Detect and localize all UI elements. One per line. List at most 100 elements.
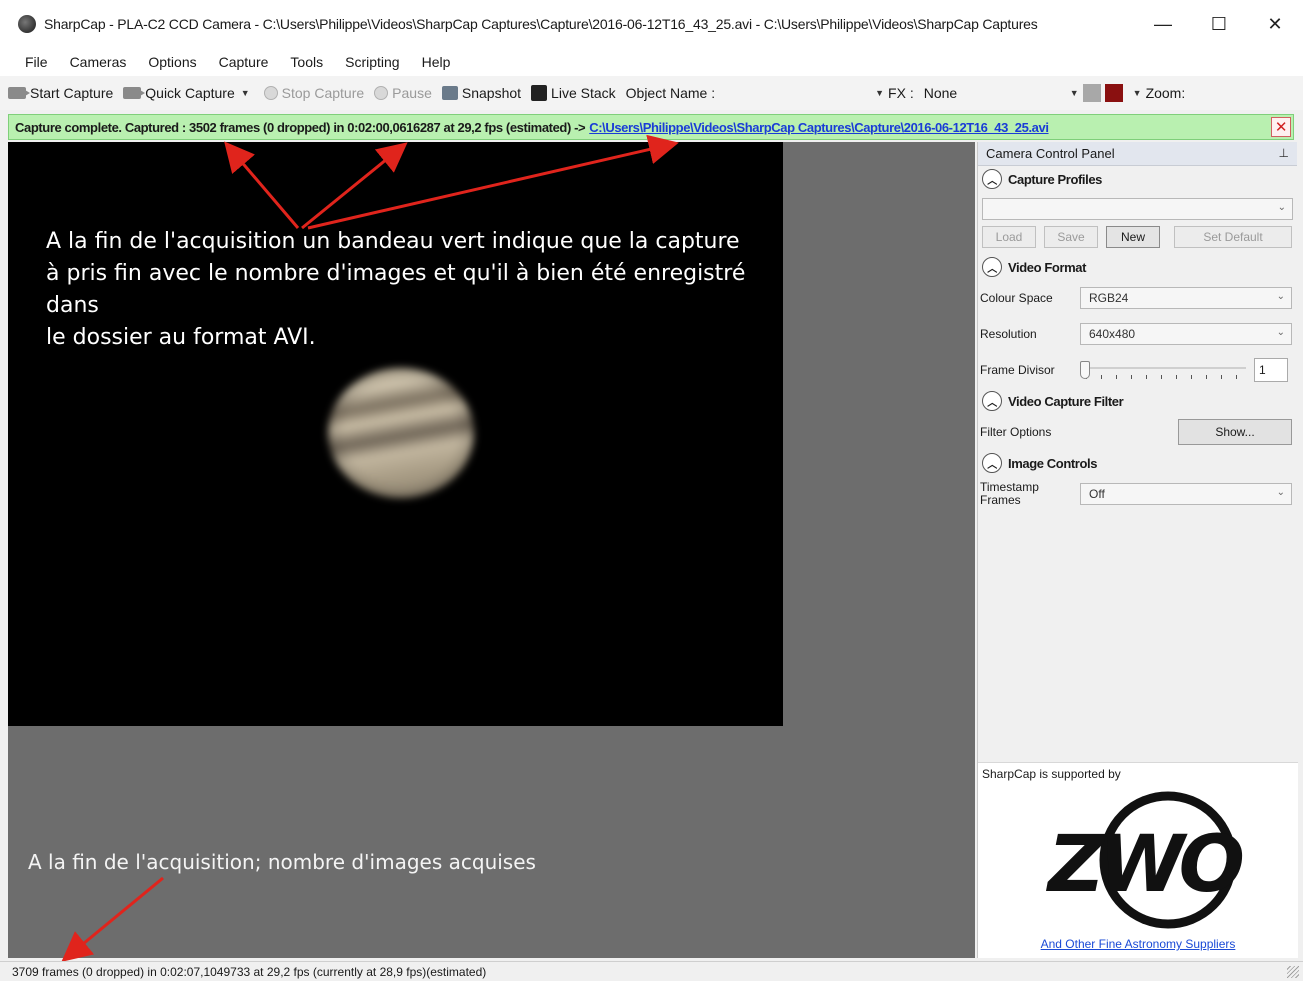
- resolution-row: Resolution 640x480 ⌄: [978, 316, 1297, 352]
- sponsor-link[interactable]: And Other Fine Astronomy Suppliers: [978, 937, 1298, 951]
- colour-space-value: RGB24: [1089, 291, 1129, 305]
- fx-select[interactable]: None: [924, 85, 1054, 101]
- panel-title: Camera Control Panel: [986, 146, 1115, 161]
- sponsor-box: SharpCap is supported by ZWO And Other F…: [978, 762, 1298, 958]
- resolution-value: 640x480: [1089, 327, 1136, 341]
- timestamp-value: Off: [1089, 487, 1105, 501]
- dropdown-arrow-icon[interactable]: ▼: [241, 88, 250, 98]
- collapse-icon[interactable]: ︿: [982, 257, 1002, 277]
- filter-options-label: Filter Options: [980, 425, 1052, 439]
- video-camera-icon: [8, 87, 30, 99]
- jupiter-image: [328, 368, 474, 498]
- close-button[interactable]: ✕: [1247, 0, 1303, 48]
- title-bar: SharpCap - PLA-C2 CCD Camera - C:\Users\…: [0, 0, 1303, 48]
- pause-button[interactable]: Pause: [374, 85, 432, 101]
- red-swatch-icon[interactable]: [1104, 84, 1123, 102]
- workspace: A la fin de l'acquisition un bandeau ver…: [8, 134, 975, 962]
- live-stack-button[interactable]: Live Stack: [531, 85, 616, 101]
- color-dropdown-icon[interactable]: ▼: [1133, 88, 1142, 98]
- capture-profiles-title: Capture Profiles: [1008, 171, 1103, 187]
- frame-divisor-slider[interactable]: [1080, 361, 1246, 379]
- collapse-icon[interactable]: ︿: [982, 391, 1002, 411]
- menu-scripting[interactable]: Scripting: [334, 54, 410, 70]
- camera-preview[interactable]: A la fin de l'acquisition un bandeau ver…: [8, 142, 783, 726]
- frame-divisor-label: Frame Divisor: [980, 363, 1055, 377]
- pause-icon: [374, 86, 389, 100]
- maximize-button[interactable]: ☐: [1191, 0, 1247, 48]
- show-filter-button[interactable]: Show...: [1178, 419, 1292, 445]
- video-camera-icon: [123, 87, 146, 99]
- slider-thumb[interactable]: [1080, 361, 1090, 379]
- menu-help[interactable]: Help: [411, 54, 462, 70]
- load-button[interactable]: Load: [982, 226, 1036, 248]
- collapse-icon[interactable]: ︿: [982, 453, 1002, 473]
- menu-capture[interactable]: Capture: [208, 54, 280, 70]
- status-bar: 3709 frames (0 dropped) in 0:02:07,10497…: [0, 961, 1303, 981]
- filter-options-row: Filter Options Show...: [978, 414, 1297, 450]
- zoom-label[interactable]: Zoom:: [1146, 85, 1186, 101]
- object-name-input[interactable]: [725, 82, 865, 104]
- live-stack-icon: [531, 85, 548, 101]
- banner-close-icon[interactable]: ✕: [1271, 117, 1291, 137]
- menu-cameras[interactable]: Cameras: [59, 54, 138, 70]
- window-controls: — ☐ ✕: [1135, 0, 1303, 48]
- status-text: 3709 frames (0 dropped) in 0:02:07,10497…: [12, 964, 487, 979]
- menu-file[interactable]: File: [14, 54, 59, 70]
- chevron-down-icon: ⌄: [1276, 291, 1285, 302]
- start-capture-button[interactable]: Start Capture: [8, 85, 113, 101]
- quick-capture-label: Quick Capture: [145, 85, 235, 101]
- annotation-line-3: le dossier au format AVI.: [46, 325, 316, 350]
- resolution-select[interactable]: 640x480 ⌄: [1080, 323, 1292, 345]
- snapshot-label: Snapshot: [461, 85, 522, 101]
- zwo-logo[interactable]: ZWO: [1028, 785, 1258, 935]
- set-default-button[interactable]: Set Default: [1174, 226, 1292, 248]
- chevron-down-icon: ⌄: [1276, 487, 1285, 498]
- image-controls-title: Image Controls: [1008, 455, 1098, 471]
- chevron-down-icon: ⌄: [1276, 327, 1285, 338]
- snapshot-button[interactable]: Snapshot: [441, 85, 522, 101]
- menu-bar: File Cameras Options Capture Tools Scrip…: [0, 48, 1303, 76]
- slider-ticks: [1086, 375, 1244, 379]
- pin-icon[interactable]: ⊥: [1279, 146, 1289, 160]
- camera-control-panel: Camera Control Panel ⊥ ︿ Capture Profile…: [977, 142, 1298, 958]
- video-capture-filter-header[interactable]: ︿ Video Capture Filter: [978, 388, 1297, 414]
- save-button[interactable]: Save: [1044, 226, 1098, 248]
- resize-grip-icon[interactable]: [1287, 966, 1299, 978]
- fx-dropdown-icon[interactable]: ▼: [1070, 88, 1079, 98]
- new-button[interactable]: New: [1106, 226, 1160, 248]
- toolbar: Start Capture Quick Capture ▼ Stop Captu…: [0, 76, 1303, 110]
- zwo-logo-text: ZWO: [1045, 820, 1243, 910]
- capture-profiles-header[interactable]: ︿ Capture Profiles: [978, 166, 1297, 192]
- colour-space-select[interactable]: RGB24 ⌄: [1080, 287, 1292, 309]
- timestamp-frames-label: Timestamp Frames: [980, 480, 1039, 507]
- window-title: SharpCap - PLA-C2 CCD Camera - C:\Users\…: [44, 16, 1038, 32]
- object-name-label: Object Name :: [625, 85, 716, 101]
- profile-buttons: Load Save New Set Default: [978, 220, 1297, 254]
- start-capture-label: Start Capture: [30, 85, 114, 101]
- live-stack-label: Live Stack: [551, 85, 616, 101]
- grey-swatch-icon[interactable]: [1082, 84, 1101, 102]
- stop-icon: [263, 86, 278, 100]
- fx-label: FX :: [888, 85, 914, 101]
- timestamp-select[interactable]: Off ⌄: [1080, 483, 1292, 505]
- minimize-button[interactable]: —: [1135, 0, 1191, 48]
- frame-divisor-input[interactable]: 1: [1254, 358, 1288, 382]
- object-name-dropdown-icon[interactable]: ▼: [875, 88, 884, 98]
- chevron-down-icon: ⌄: [1277, 202, 1286, 213]
- capture-profile-select[interactable]: ⌄: [982, 198, 1293, 220]
- quick-capture-button[interactable]: Quick Capture ▼: [123, 85, 253, 101]
- menu-options[interactable]: Options: [137, 54, 207, 70]
- capture-file-link[interactable]: C:\Users\Philippe\Videos\SharpCap Captur…: [589, 120, 1049, 135]
- video-capture-filter-title: Video Capture Filter: [1008, 393, 1124, 409]
- video-format-header[interactable]: ︿ Video Format: [978, 254, 1297, 280]
- frame-divisor-row: Frame Divisor 1: [978, 352, 1297, 388]
- annotation-top: A la fin de l'acquisition un bandeau ver…: [46, 226, 776, 354]
- capture-complete-banner: Capture complete. Captured : 3502 frames…: [8, 114, 1294, 140]
- stop-capture-button[interactable]: Stop Capture: [263, 85, 364, 101]
- image-controls-header[interactable]: ︿ Image Controls: [978, 450, 1297, 476]
- menu-tools[interactable]: Tools: [279, 54, 334, 70]
- collapse-icon[interactable]: ︿: [982, 169, 1002, 189]
- snapshot-icon: [441, 86, 458, 100]
- slider-track: [1080, 367, 1246, 369]
- video-format-title: Video Format: [1008, 259, 1087, 275]
